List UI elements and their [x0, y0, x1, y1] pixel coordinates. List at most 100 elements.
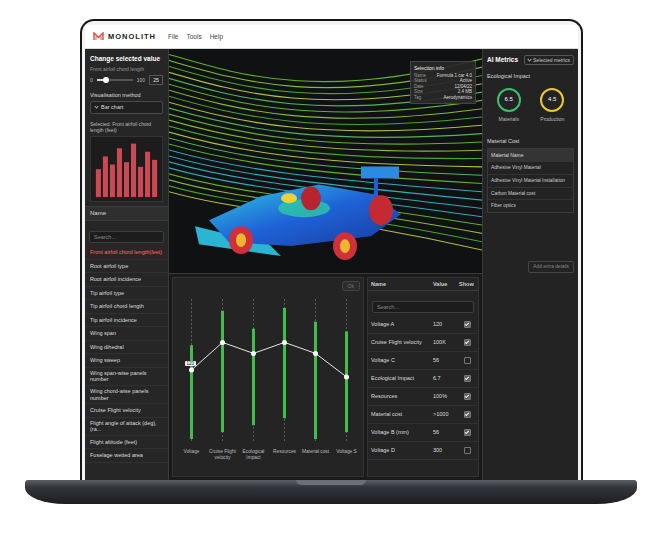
row-value: 6.7: [433, 375, 457, 382]
axis-line: [315, 299, 316, 441]
cost-item[interactable]: Fiber optics: [488, 199, 573, 212]
menu-item[interactable]: File: [168, 33, 178, 41]
table-search-input[interactable]: [372, 301, 474, 313]
row-value: 56: [433, 429, 457, 436]
data-point: [189, 368, 194, 373]
row-name: Voltage D: [371, 447, 431, 454]
show-checkbox[interactable]: [464, 339, 471, 346]
column-header[interactable]: Value: [433, 281, 457, 288]
show-checkbox[interactable]: [464, 357, 471, 364]
cost-item[interactable]: Adhesive Vinyl Material Installation: [488, 174, 573, 187]
ok-button[interactable]: Ok: [342, 281, 360, 291]
show-checkbox[interactable]: [464, 321, 471, 328]
selection-info: Selection infoNameFormula 1 car 4.0Statu…: [410, 61, 476, 104]
parameter-item[interactable]: Root airfoil type: [85, 260, 168, 274]
chart-bar: [152, 160, 157, 197]
column-header[interactable]: Name: [371, 281, 431, 288]
axis-label: Material cost: [300, 449, 331, 461]
menu: File Tools Help: [168, 33, 223, 41]
bar-chart: [90, 136, 163, 202]
cost-item[interactable]: Adhesive Vinyl Material: [488, 161, 573, 174]
parameter-item[interactable]: Wing span: [85, 327, 168, 341]
axis-filter: [283, 308, 286, 418]
table-row[interactable]: Material cost>1000: [368, 406, 478, 424]
parameter-item[interactable]: Flight altitude (feet): [85, 436, 168, 450]
list-header: Name: [85, 206, 168, 221]
parameter-item[interactable]: Tip airfoil incidence: [85, 314, 168, 328]
app-window: MONOLITHFileToolsHelpChange selected val…: [85, 25, 578, 480]
table-row[interactable]: Voltage A120: [368, 316, 478, 334]
parameter-item[interactable]: Tip airfoil chord length: [85, 300, 168, 314]
menu-item[interactable]: Help: [210, 33, 223, 41]
gauge-row: 6.5Materials4.5Production: [487, 88, 574, 122]
data-point: [344, 374, 349, 379]
data-line: [192, 342, 347, 377]
table-row[interactable]: Voltage C56: [368, 352, 478, 370]
parameter-item[interactable]: Fuselage wetted area: [85, 449, 168, 463]
3d-viewer[interactable]: Selection infoNameFormula 1 car 4.0Statu…: [169, 49, 482, 274]
parameter-item[interactable]: Wing chord-wise panels number: [85, 386, 168, 404]
info-key: Status: [414, 78, 427, 83]
gauge-label: Production: [540, 116, 564, 122]
table-row[interactable]: Ecological Impact6.7: [368, 370, 478, 388]
cost-item[interactable]: Carbon Material cost: [488, 187, 573, 200]
row-name: Material cost: [371, 411, 431, 418]
table-row[interactable]: Voltage D300: [368, 442, 478, 460]
info-value: 12/04/22: [454, 84, 472, 89]
row-name: Ecological Impact: [371, 375, 431, 382]
slider-track[interactable]: [97, 79, 133, 81]
show-checkbox[interactable]: [464, 375, 471, 382]
gauge-label: Materials: [499, 116, 519, 122]
method-value: Bar chart: [101, 104, 123, 111]
value-input[interactable]: 25: [149, 75, 163, 85]
row-name: Voltage C: [371, 357, 431, 364]
parameter-item[interactable]: Wing dihedral: [85, 341, 168, 355]
parameter-item[interactable]: Wing sweep: [85, 354, 168, 368]
slider-min: 0: [90, 77, 93, 83]
method-dropdown[interactable]: Bar chart: [90, 101, 163, 114]
search-box: [85, 221, 168, 246]
table-search: [368, 291, 478, 316]
extra-details-field[interactable]: Add extra details: [528, 261, 574, 273]
menu-item[interactable]: Tools: [186, 33, 201, 41]
column-header[interactable]: Show: [459, 281, 475, 288]
info-key: Name: [414, 73, 426, 78]
axis-label: Voltage: [176, 449, 207, 461]
analysis-area: Ok 120 VoltageCruise Flight velocityEcolog…: [169, 274, 482, 480]
dropdown-value: Selected metrics: [533, 57, 570, 63]
chart-title: Selected: Front airfoil chord length (fe…: [90, 121, 163, 133]
chevron-icon: [527, 57, 531, 61]
metrics-dropdown[interactable]: Selected metrics: [524, 55, 574, 65]
parameter-label: Front airfoil chord length: [90, 66, 163, 72]
row-name: Voltage B (mm): [371, 429, 431, 436]
axis-filter: [221, 311, 224, 432]
show-checkbox[interactable]: [464, 411, 471, 418]
table-row[interactable]: Voltage B (mm)56: [368, 424, 478, 442]
parameter-item[interactable]: Cruise Flight velocity: [85, 404, 168, 418]
row-value: 100K: [433, 339, 457, 346]
parameter-item[interactable]: Flight angle of attack (deg), (ra...: [85, 418, 168, 436]
chart-bar: [131, 144, 136, 197]
show-checkbox[interactable]: [464, 429, 471, 436]
parameter-item[interactable]: Tip airfoil type: [85, 287, 168, 301]
axis-labels: VoltageCruise Flight velocityEcological …: [176, 449, 362, 461]
chart-bar: [138, 167, 143, 197]
search-input[interactable]: [89, 231, 164, 243]
show-checkbox[interactable]: [464, 393, 471, 400]
parameter-item[interactable]: Front airfoil chord length(feet): [85, 246, 168, 260]
parameter-item[interactable]: Root airfoil incidence: [85, 273, 168, 287]
chevron-icon: [94, 105, 98, 109]
row-value: 56: [433, 357, 457, 364]
row-value: 100%: [433, 393, 457, 400]
chart-bar: [145, 152, 150, 197]
parallel-chart: Ok 120 VoltageCruise Flight velocityEcolog…: [172, 277, 364, 477]
slider-thumb[interactable]: [103, 77, 109, 83]
table-row[interactable]: Cruise Flight velocity100K: [368, 334, 478, 352]
chart-plot: 120: [176, 295, 362, 445]
laptop-lid: MONOLITHFileToolsHelpChange selected val…: [80, 19, 583, 480]
parameter-item[interactable]: Wing span-wise panels number: [85, 368, 168, 386]
table-header: NameValueShow: [368, 278, 478, 291]
show-checkbox[interactable]: [464, 447, 471, 454]
chart-toolbar: Ok: [176, 281, 360, 291]
table-row[interactable]: Resources100%: [368, 388, 478, 406]
